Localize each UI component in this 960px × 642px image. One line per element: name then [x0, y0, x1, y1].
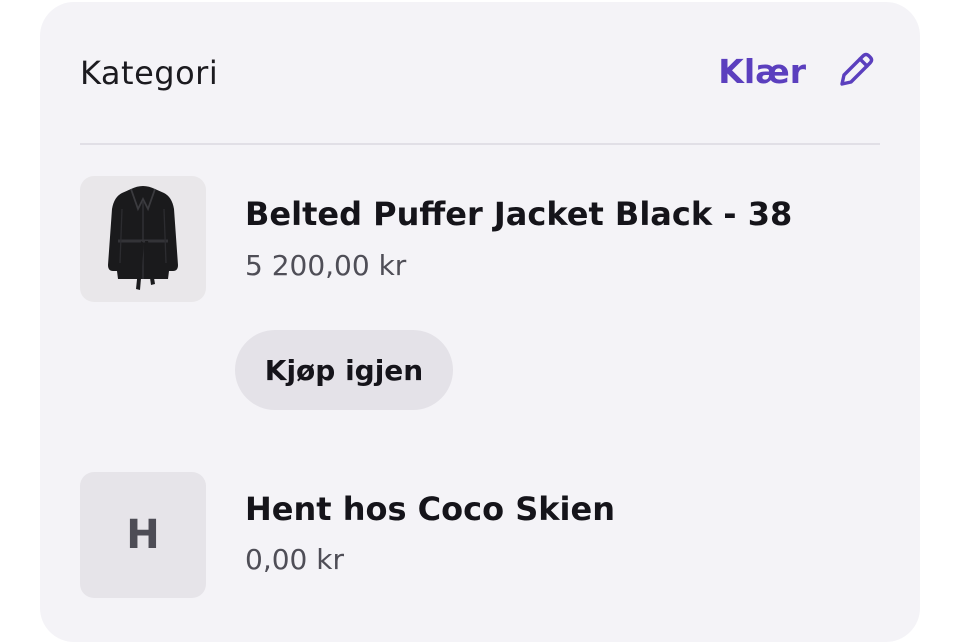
pickup-thumbnail: H [80, 472, 206, 598]
pencil-icon[interactable] [834, 48, 878, 92]
category-row[interactable]: Kategori Klær [80, 52, 880, 96]
product-title[interactable]: Belted Puffer Jacket Black - 38 [245, 195, 792, 233]
buy-again-button[interactable]: Kjøp igjen [235, 330, 453, 410]
pickup-title: Hent hos Coco Skien [245, 490, 615, 528]
product-price: 5 200,00 kr [245, 249, 407, 282]
pickup-price: 0,00 kr [245, 543, 344, 576]
category-value[interactable]: Klær [718, 52, 806, 91]
product-thumbnail[interactable] [80, 176, 206, 302]
order-details-card: Kategori Klær Belted Puffer Jacket Black… [40, 2, 920, 642]
jacket-image [108, 186, 178, 290]
pickup-letter: H [126, 512, 160, 558]
edit-category-button[interactable] [832, 46, 880, 94]
divider [80, 143, 880, 145]
category-label: Kategori [80, 54, 219, 92]
